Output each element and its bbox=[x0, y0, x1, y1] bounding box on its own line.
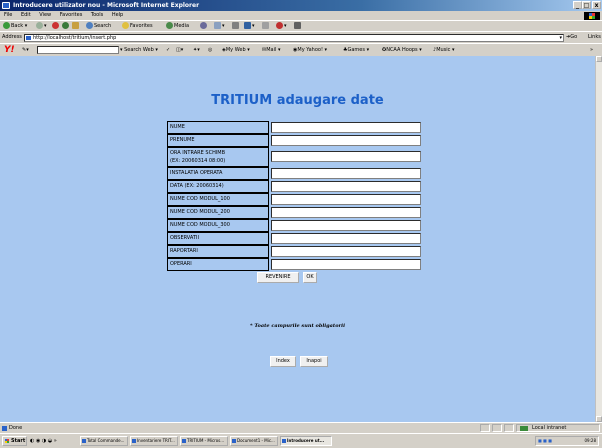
clock: 09:28 bbox=[584, 438, 596, 443]
music-link[interactable]: ♪Music ▾ bbox=[433, 44, 455, 56]
field-label-modul-300: NUME COD MODUL_300 bbox=[167, 219, 269, 232]
back-page-button[interactable]: Inapoi bbox=[300, 356, 328, 367]
windows-taskbar: Start ◐ ◉ ◑ ◒ » Total Commande... Invent… bbox=[0, 433, 602, 448]
reset-button[interactable]: REVENIRE bbox=[257, 272, 299, 283]
search-web-button[interactable]: ▾ Search Web ▾ bbox=[120, 44, 158, 56]
status-panel bbox=[504, 424, 514, 432]
status-panel bbox=[492, 424, 502, 432]
my-web-button[interactable]: ◈My Web ▾ bbox=[222, 44, 250, 56]
games-link[interactable]: ♣Games ▾ bbox=[343, 44, 369, 56]
ncaa-link[interactable]: ✪NCAA Hoops ▾ bbox=[382, 44, 422, 56]
window-title: Introducere utilizator nou - Microsoft I… bbox=[13, 2, 200, 9]
yahoo-pencil-icon[interactable]: ✎▾ bbox=[22, 44, 29, 56]
page-icon bbox=[26, 36, 31, 40]
vertical-scrollbar[interactable] bbox=[595, 56, 602, 422]
back-arrow-icon bbox=[3, 22, 10, 29]
menu-help[interactable]: Help bbox=[112, 12, 123, 18]
discuss-icon bbox=[262, 22, 269, 29]
tray-icons[interactable]: ■ ■ ■ bbox=[536, 437, 552, 445]
field-label-ora-intrare: ORA INTRARE SCHIMB (EX: 20060314 08:00) bbox=[167, 147, 269, 167]
input-modul-200[interactable] bbox=[271, 207, 421, 218]
input-modul-100[interactable] bbox=[271, 194, 421, 205]
input-data[interactable] bbox=[271, 181, 421, 192]
taskbar-item-introducere[interactable]: Introducere ut... bbox=[280, 436, 332, 446]
taskbar-item-tritium[interactable]: TRITIUM - Micros... bbox=[180, 436, 228, 446]
highlight-icon[interactable]: ✓ bbox=[166, 44, 170, 56]
menu-bar: File Edit View Favorites Tools Help bbox=[0, 11, 602, 20]
field-label-instalatia: INSTALATIA OPERATA bbox=[167, 167, 269, 180]
field-label-observatii: OBSERVATII bbox=[167, 232, 269, 245]
edit-icon bbox=[244, 22, 251, 29]
media-icon bbox=[166, 22, 173, 29]
minimize-button[interactable]: _ bbox=[573, 1, 582, 9]
favorites-icon bbox=[122, 22, 129, 29]
research-icon bbox=[294, 22, 301, 29]
go-button[interactable]: ➜Go bbox=[566, 34, 577, 40]
address-label: Address bbox=[2, 34, 22, 40]
input-nume[interactable] bbox=[271, 122, 421, 133]
field-label-prenume: PRENUME bbox=[167, 134, 269, 147]
field-label-nume: NUME bbox=[167, 121, 269, 134]
forward-arrow-icon bbox=[36, 22, 43, 29]
history-icon bbox=[200, 22, 207, 29]
bookmarks-icon[interactable]: ✦▾ bbox=[193, 44, 200, 56]
input-modul-300[interactable] bbox=[271, 220, 421, 231]
scroll-up-icon[interactable] bbox=[596, 56, 602, 62]
required-fields-note: * Toate campurile sunt obligatorii bbox=[250, 323, 345, 329]
input-instalatia[interactable] bbox=[271, 168, 421, 179]
window-title-bar: Introducere utilizator nou - Microsoft I… bbox=[0, 0, 602, 11]
toolbar-overflow-icon[interactable]: » bbox=[590, 44, 593, 56]
popup-blocker-icon[interactable]: ◫▾ bbox=[176, 44, 183, 56]
status-panel bbox=[480, 424, 490, 432]
page-title: TRITIUM adaugare date bbox=[211, 93, 384, 108]
input-operari[interactable] bbox=[271, 259, 421, 270]
messenger-icon bbox=[276, 22, 283, 29]
mail-icon bbox=[214, 22, 221, 29]
field-label-data: DATA (EX: 20060314) bbox=[167, 180, 269, 193]
index-button[interactable]: Index bbox=[270, 356, 296, 367]
my-yahoo-link[interactable]: ◉My Yahoo! ▾ bbox=[293, 44, 327, 56]
refresh-icon bbox=[62, 22, 69, 29]
yahoo-logo[interactable]: Y! bbox=[4, 44, 15, 56]
mail-link[interactable]: ✉Mail ▾ bbox=[262, 44, 280, 56]
taskbar-item-inventariere[interactable]: Inventariere TRIT... bbox=[130, 436, 178, 446]
links-button[interactable]: Links bbox=[588, 34, 601, 40]
menu-edit[interactable]: Edit bbox=[21, 12, 31, 18]
ok-button[interactable]: OK bbox=[303, 272, 317, 283]
field-label-modul-100: NUME COD MODUL_100 bbox=[167, 193, 269, 206]
page-content: TRITIUM adaugare date NUME PRENUME ORA I… bbox=[0, 56, 595, 422]
field-label-operari: OPERARI bbox=[167, 258, 269, 271]
field-label-raportari: RAPORTARI bbox=[167, 245, 269, 258]
antispy-icon[interactable]: ◎ bbox=[208, 44, 212, 56]
address-input[interactable]: http://localhost/tritium/insert.php ▾ bbox=[24, 34, 564, 42]
stop-icon bbox=[52, 22, 59, 29]
yahoo-search-input[interactable] bbox=[37, 46, 119, 54]
menu-view[interactable]: View bbox=[39, 12, 51, 18]
quick-launch-icons[interactable]: ◐ ◉ ◑ ◒ » bbox=[30, 438, 57, 444]
home-icon bbox=[72, 22, 79, 29]
print-icon bbox=[232, 22, 239, 29]
intranet-zone-icon bbox=[520, 426, 528, 431]
maximize-button[interactable]: □ bbox=[582, 1, 591, 9]
search-icon bbox=[86, 22, 93, 29]
field-label-modul-200: NUME COD MODUL_200 bbox=[167, 206, 269, 219]
menu-tools[interactable]: Tools bbox=[91, 12, 103, 18]
address-dropdown-icon[interactable]: ▾ bbox=[559, 35, 562, 41]
menu-file[interactable]: File bbox=[4, 12, 12, 18]
close-button[interactable]: x bbox=[592, 1, 601, 9]
start-button[interactable]: Start bbox=[2, 436, 27, 446]
input-ora-intrare[interactable] bbox=[271, 151, 421, 162]
menu-favorites[interactable]: Favorites bbox=[60, 12, 83, 18]
input-observatii[interactable] bbox=[271, 233, 421, 244]
taskbar-item-total-commander[interactable]: Total Commande... bbox=[80, 436, 128, 446]
ie-app-icon bbox=[2, 2, 10, 9]
yahoo-toolbar: Y! ✎▾ ▾ Search Web ▾ ✓ ◫▾ ✦▾ ◎ ◈My Web ▾… bbox=[0, 43, 602, 56]
windows-logo-icon bbox=[584, 12, 600, 20]
system-tray: ■ ■ ■ 09:28 bbox=[535, 436, 599, 446]
taskbar-item-document1[interactable]: Document1 - Mic... bbox=[230, 436, 278, 446]
input-prenume[interactable] bbox=[271, 135, 421, 146]
input-raportari[interactable] bbox=[271, 246, 421, 257]
status-page-icon bbox=[2, 426, 7, 431]
